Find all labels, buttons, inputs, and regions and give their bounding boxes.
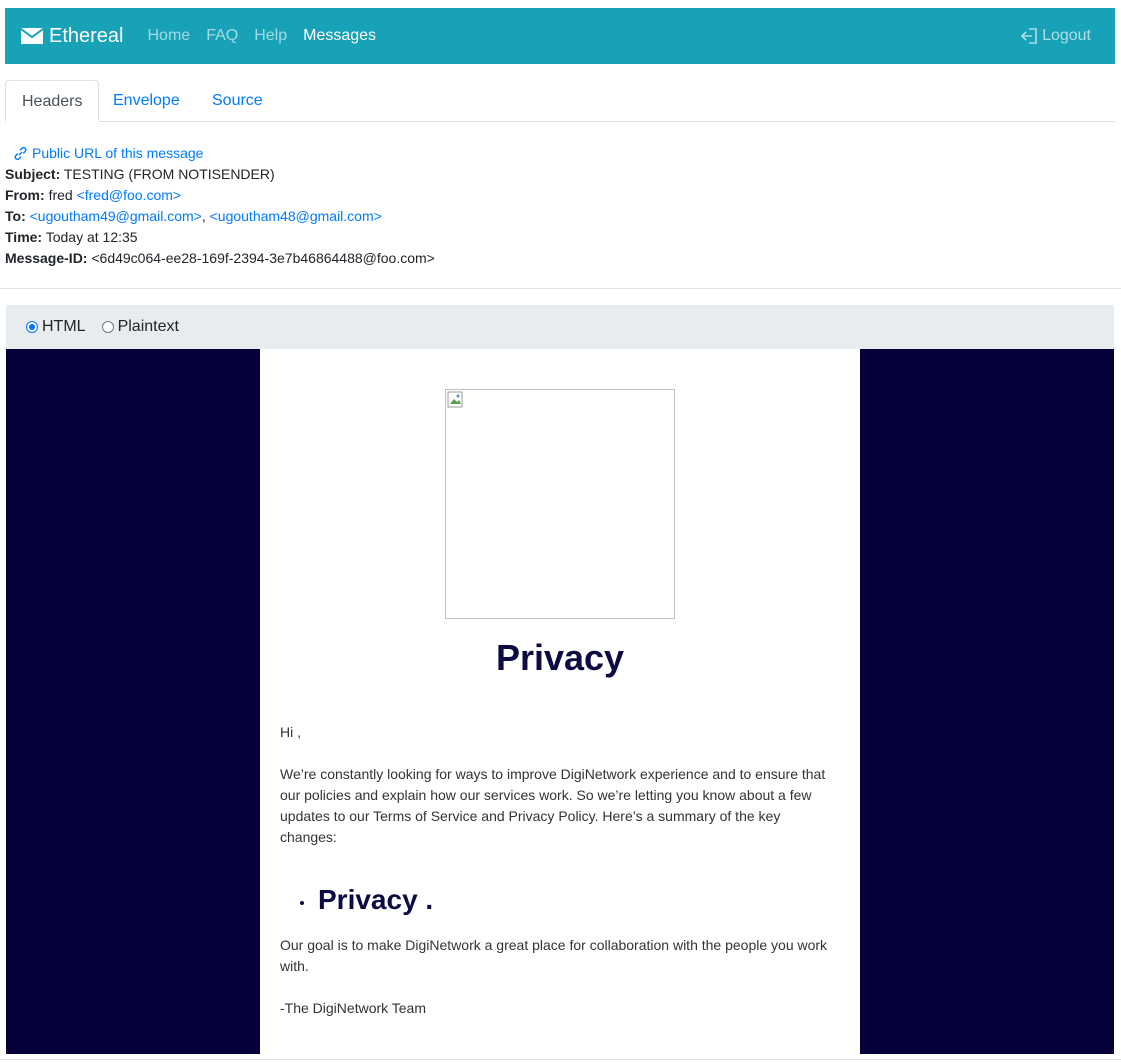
broken-image-icon [447, 391, 463, 408]
plaintext-radio[interactable] [101, 321, 114, 333]
to-email-2[interactable]: <ugoutham48@gmail.com> [210, 208, 382, 224]
from-email[interactable]: <fred@foo.com> [77, 187, 182, 203]
brand[interactable]: Ethereal [21, 25, 124, 48]
logout-icon [1021, 28, 1037, 44]
html-radio-label: HTML [42, 318, 86, 335]
message-id-label: Message-ID: [5, 250, 88, 266]
tab-envelope[interactable]: Envelope [97, 80, 196, 121]
logout-link[interactable]: Logout [1021, 8, 1091, 64]
public-url-label: Public URL of this message [32, 145, 204, 161]
message-id-row: Message-ID: <6d49c064-ee28-169f-2394-3e7… [5, 248, 435, 269]
time-value: Today at 12:35 [45, 229, 138, 245]
from-row: From: fred <fred@foo.com> [5, 185, 435, 206]
envelope-icon [21, 28, 43, 44]
time-row: Time: Today at 12:35 [5, 227, 435, 248]
top-navbar: Ethereal Home FAQ Help Messages Logout [5, 8, 1115, 64]
view-toggle-bar: HTML Plaintext [6, 305, 1114, 349]
tab-source[interactable]: Source [196, 80, 279, 121]
html-view-option[interactable]: HTML [26, 318, 86, 336]
message-headers: Public URL of this message Subject: TEST… [5, 142, 435, 269]
email-content: Privacy Hi , We’re constantly looking fo… [260, 349, 860, 1054]
to-email-1[interactable]: <ugoutham49@gmail.com> [30, 208, 202, 224]
plaintext-view-option[interactable]: Plaintext [101, 318, 179, 336]
email-bullet-text: Privacy . [318, 884, 434, 915]
email-bullet-item: Privacy . [300, 884, 433, 916]
message-tabs: Headers Envelope Source [5, 80, 1115, 122]
to-row: To: <ugoutham49@gmail.com>, <ugoutham48@… [5, 206, 435, 227]
from-name: fred [48, 187, 73, 203]
email-goal-paragraph: Our goal is to make DigiNetwork a great … [280, 937, 828, 974]
bullet-icon [300, 901, 304, 905]
logout-label: Logout [1042, 27, 1091, 44]
html-radio[interactable] [26, 321, 38, 333]
divider [0, 288, 1121, 289]
tab-headers[interactable]: Headers [5, 80, 100, 122]
time-label: Time: [5, 229, 43, 245]
from-label: From: [5, 187, 45, 203]
plaintext-radio-label: Plaintext [117, 318, 179, 335]
email-greeting: Hi , [280, 724, 301, 740]
nav-faq[interactable]: FAQ [198, 27, 246, 45]
email-title: Privacy [495, 637, 625, 678]
bottom-divider [0, 1059, 1121, 1060]
nav-home[interactable]: Home [140, 27, 199, 45]
brand-label: Ethereal [49, 24, 124, 47]
to-separator: , [201, 208, 206, 224]
public-url-link[interactable]: Public URL of this message [13, 142, 435, 164]
subject-value: TESTING (FROM NOTISENDER) [63, 166, 275, 182]
broken-image [445, 389, 675, 619]
subject-label: Subject: [5, 166, 61, 182]
message-id-value: <6d49c064-ee28-169f-2394-3e7b46864488@fo… [91, 250, 435, 266]
email-body-paragraph: We’re constantly looking for ways to imp… [280, 766, 826, 845]
to-label: To: [5, 208, 26, 224]
link-icon [14, 146, 27, 160]
email-signoff: -The DigiNetwork Team [280, 1000, 427, 1016]
nav-messages[interactable]: Messages [295, 27, 384, 45]
subject-row: Subject: TESTING (FROM NOTISENDER) [5, 164, 435, 185]
nav-help[interactable]: Help [246, 27, 295, 45]
